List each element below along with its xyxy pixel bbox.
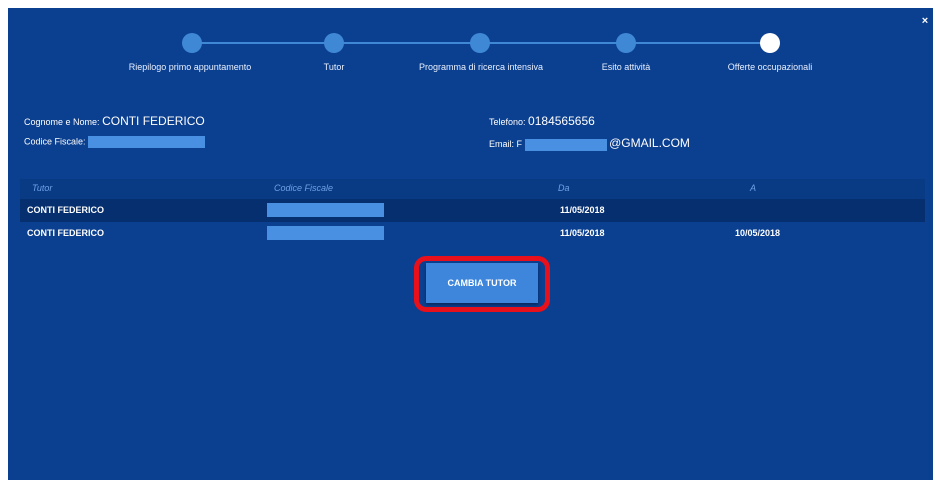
cell-codice-fiscale-redacted xyxy=(267,226,384,240)
step-label-offerte: Offerte occupazionali xyxy=(727,62,813,72)
step-label-tutor: Tutor xyxy=(323,62,345,72)
email-prefix: F xyxy=(516,139,523,149)
step-dot-offerte[interactable] xyxy=(760,33,780,53)
email-label: Email: xyxy=(489,139,515,149)
cell-da: 11/05/2018 xyxy=(560,205,605,215)
cell-a: 10/05/2018 xyxy=(735,228,781,238)
tutor-table-header: Tutor Codice Fiscale Da A xyxy=(20,179,925,199)
cell-codice-fiscale-redacted xyxy=(267,203,384,217)
column-header-a: A xyxy=(750,183,757,193)
cell-da: 11/05/2018 xyxy=(560,228,605,238)
step-dot-programma[interactable] xyxy=(470,33,490,53)
codice-fiscale-redacted xyxy=(88,136,206,148)
codice-fiscale-field: Codice Fiscale: xyxy=(24,136,206,148)
name-value: CONTI FEDERICO xyxy=(102,114,205,128)
phone-label: Telefono: xyxy=(489,117,526,127)
column-header-tutor: Tutor xyxy=(32,183,53,193)
table-row[interactable]: CONTI FEDERICO 11/05/2018 10/05/2018 xyxy=(20,222,925,245)
name-label: Cognome e Nome: xyxy=(24,117,100,127)
email-redacted xyxy=(524,138,607,151)
table-row[interactable]: CONTI FEDERICO 11/05/2018 xyxy=(20,199,925,222)
progress-stepper: Riepilogo primo appuntamento Tutor Progr… xyxy=(8,8,933,88)
step-label-esito: Esito attività xyxy=(601,62,651,72)
phone-field: Telefono: 0184565656 xyxy=(489,114,595,128)
cell-tutor: CONTI FEDERICO xyxy=(27,228,105,238)
step-dot-riepilogo[interactable] xyxy=(182,33,202,53)
step-dot-esito[interactable] xyxy=(616,33,636,53)
tutor-modal: × Riepilogo primo appuntamento Tutor Pro… xyxy=(8,8,933,480)
step-label-riepilogo: Riepilogo primo appuntamento xyxy=(128,62,252,72)
email-field: Email: F @GMAIL.COM xyxy=(489,136,690,151)
cell-tutor: CONTI FEDERICO xyxy=(27,205,105,215)
name-field: Cognome e Nome: CONTI FEDERICO xyxy=(24,114,205,128)
change-tutor-button[interactable]: CAMBIA TUTOR xyxy=(426,263,538,303)
step-label-programma: Programma di ricerca intensiva xyxy=(418,62,544,72)
email-suffix: @GMAIL.COM xyxy=(609,136,690,150)
phone-value: 0184565656 xyxy=(528,114,595,128)
column-header-da: Da xyxy=(558,183,570,193)
column-header-codice-fiscale: Codice Fiscale xyxy=(274,183,334,193)
step-dot-tutor[interactable] xyxy=(324,33,344,53)
codice-fiscale-label: Codice Fiscale: xyxy=(24,136,86,147)
